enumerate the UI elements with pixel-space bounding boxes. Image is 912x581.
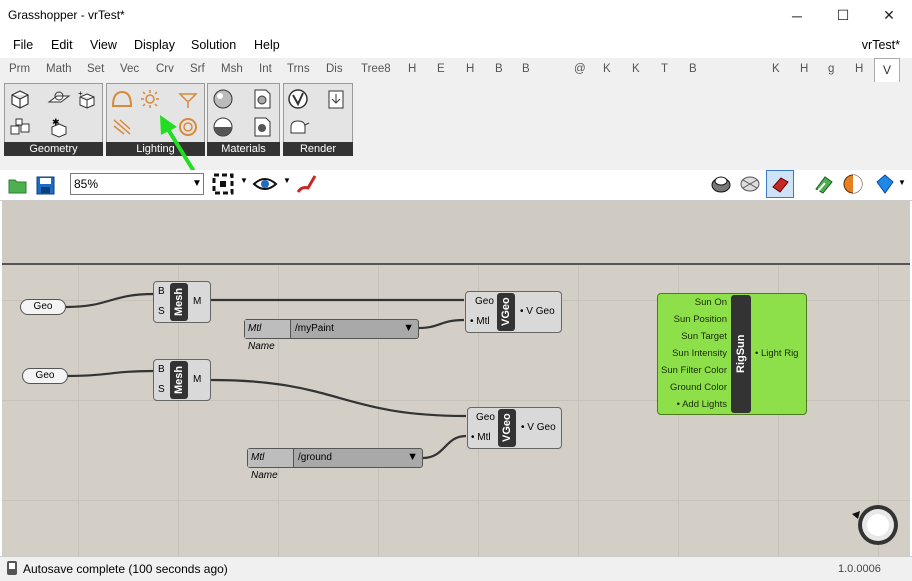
rigsun-input: • Add Lights <box>676 399 727 410</box>
mesh-title: Mesh <box>170 361 188 399</box>
rigsun-input: Sun Position <box>673 314 727 325</box>
dropdown-triangle-icon[interactable]: ▼ <box>407 451 418 463</box>
vgeo-input-mtl: • Mtl <box>471 432 491 443</box>
mtl-name-value-list[interactable]: Mtl Name /myPaint ▼ <box>244 319 419 352</box>
value-list-key: Mtl Name <box>245 320 291 352</box>
geo-param[interactable]: Geo <box>22 368 68 384</box>
mesh-title: Mesh <box>170 283 188 321</box>
vgeo-output: • V Geo <box>521 422 556 433</box>
vgeo-title: VGeo <box>497 293 515 331</box>
vgeo-input-mtl: • Mtl <box>470 316 490 327</box>
mesh-input-b: B <box>158 286 165 297</box>
canvas-wires <box>65 292 467 460</box>
wire-geo2-mesh2 <box>67 369 155 378</box>
rigsun-title: RigSun <box>731 295 751 413</box>
value-list-key: Mtl Name <box>248 449 294 481</box>
navigation-compass-icon[interactable] <box>848 502 904 548</box>
rigsun-input: Sun Intensity <box>672 348 727 359</box>
status-message: Autosave complete (100 seconds ago) <box>23 562 228 576</box>
mtl-name-value-list[interactable]: Mtl Name /ground ▼ <box>247 448 423 481</box>
vgeo-input-geo: Geo <box>475 296 494 307</box>
geo-param[interactable]: Geo <box>20 299 66 315</box>
rigsun-output: • Light Rig <box>755 348 799 359</box>
wire-list2-vgeo2 <box>422 434 467 460</box>
wire-geo1-mesh1 <box>65 292 155 309</box>
wire-mesh2-vgeo2 <box>210 378 467 418</box>
wire-list1-vgeo1 <box>418 318 465 330</box>
mesh-output-m: M <box>193 374 202 385</box>
version-label: 1.0.0006 <box>838 563 881 575</box>
rigsun-input: Sun Filter Color <box>661 365 727 376</box>
vgeo-input-geo: Geo <box>476 412 495 423</box>
value-list-value: /myPaint <box>295 323 334 334</box>
value-list-value: /ground <box>298 452 332 463</box>
vgeo-output: • V Geo <box>520 306 555 317</box>
mesh-input-s: S <box>158 384 165 395</box>
mesh-input-b: B <box>158 364 165 375</box>
rigsun-input: Ground Color <box>669 382 727 393</box>
dropdown-triangle-icon[interactable]: ▼ <box>403 322 414 334</box>
mesh-input-s: S <box>158 306 165 317</box>
autosave-icon <box>7 561 17 575</box>
vgeo-title: VGeo <box>498 409 516 447</box>
rigsun-input: Sun On <box>694 297 727 308</box>
mesh-output-m: M <box>193 296 202 307</box>
rigsun-input: Sun Target <box>681 331 727 342</box>
